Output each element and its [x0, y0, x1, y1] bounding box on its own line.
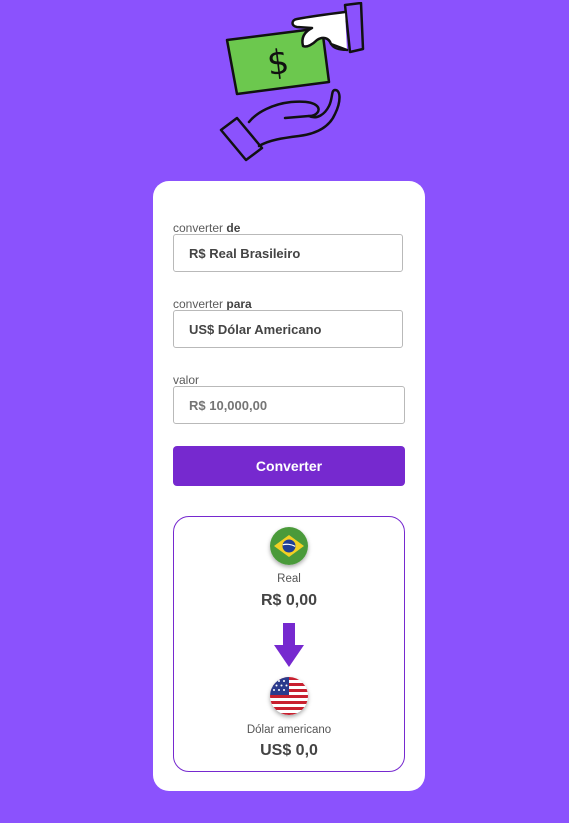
target-currency-name: Dólar americano [246, 724, 332, 736]
source-currency-name: Real [277, 573, 301, 585]
brazil-flag-icon [270, 527, 308, 565]
money-hand-icon: $ [217, 1, 367, 164]
usa-flag-icon [270, 677, 308, 715]
to-currency-value: US$ Dólar Americano [189, 321, 322, 337]
amount-input[interactable] [173, 386, 405, 424]
from-currency-value: R$ Real Brasileiro [189, 245, 301, 261]
to-label: converter para [173, 297, 252, 311]
amount-label: valor [173, 373, 200, 387]
convert-button[interactable]: Converter [173, 446, 405, 486]
from-currency-select[interactable]: R$ Real Brasileiro [173, 234, 403, 272]
source-currency-value: R$ 0,00 [260, 592, 318, 609]
arrow-down-icon [274, 623, 304, 667]
result-panel: Real R$ 0,00 Dólar americano US$ 0,0 [173, 516, 405, 772]
from-label: converter de [173, 221, 241, 235]
to-currency-select[interactable]: US$ Dólar Americano [173, 310, 403, 348]
converter-card: converter de R$ Real Brasileiro converte… [153, 181, 425, 791]
target-currency-value: US$ 0,0 [260, 742, 318, 759]
